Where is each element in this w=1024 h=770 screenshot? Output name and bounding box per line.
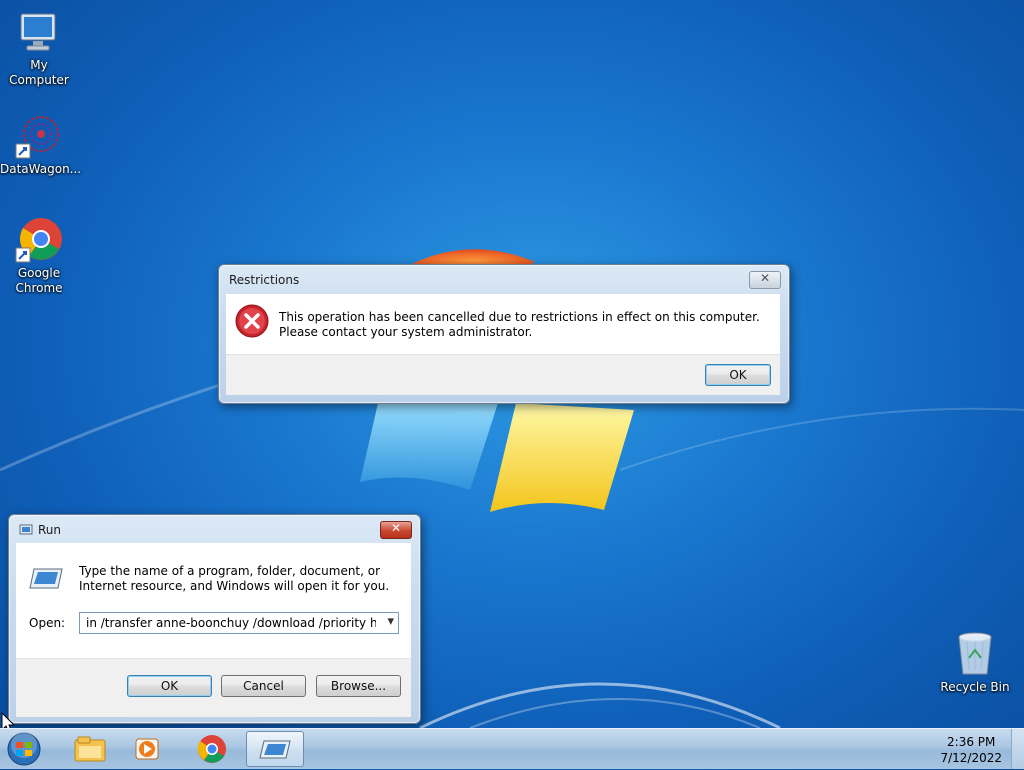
run-open-label: Open:	[29, 616, 66, 630]
taskbar: 2:36 PM 7/12/2022	[0, 728, 1024, 769]
restrictions-footer	[226, 354, 780, 395]
media-player-icon	[135, 738, 159, 760]
desktop-icon-label: Recycle Bin	[940, 680, 1010, 694]
desktop-icon-label: DataWagon...	[0, 162, 82, 176]
run-ok-button[interactable]: OK	[127, 675, 212, 697]
run-dialog-title: Run	[38, 523, 62, 537]
show-desktop-button[interactable]	[1011, 729, 1024, 769]
restrictions-message: This operation has been cancelled due to…	[279, 310, 760, 339]
run-open-input[interactable]: in /transfer anne-boonchuy /download /pr…	[86, 616, 376, 630]
taskbar-media-player[interactable]	[120, 731, 176, 767]
run-description: Type the name of a program, folder, docu…	[79, 564, 390, 593]
restrictions-dialog-title: Restrictions	[229, 273, 300, 287]
run-close-button[interactable]: ✕	[380, 521, 412, 539]
system-clock[interactable]: 2:36 PM 7/12/2022	[940, 734, 1002, 766]
chrome-icon	[15, 216, 63, 264]
chrome-icon	[197, 735, 226, 763]
close-icon: ✕	[759, 271, 771, 285]
error-icon	[235, 304, 269, 338]
clock-date: 7/12/2022	[940, 751, 1002, 765]
taskbar-run[interactable]	[246, 731, 304, 767]
restrictions-dialog: Restrictions ✕ This operation has been c…	[218, 264, 790, 404]
desktop-icon-recycle-bin[interactable]: Recycle Bin	[936, 630, 1014, 695]
restrictions-ok-button[interactable]: OK	[705, 364, 771, 386]
desktop-icon-my-computer[interactable]: My Computer	[0, 8, 78, 88]
run-icon	[259, 740, 291, 759]
run-program-icon	[29, 568, 63, 589]
explorer-icon	[74, 736, 106, 762]
desktop-icon-datawagon[interactable]: DataWagon...	[0, 112, 82, 177]
my-computer-icon	[15, 8, 63, 56]
run-cancel-button[interactable]: Cancel	[221, 675, 306, 697]
desktop-icon-google-chrome[interactable]: Google Chrome	[0, 216, 78, 296]
desktop-icon-label: My Computer	[9, 58, 69, 87]
recycle-bin-icon	[951, 630, 999, 678]
run-browse-button[interactable]: Browse...	[316, 675, 401, 697]
run-title-icon	[19, 524, 33, 535]
datawagon-shortcut-icon	[15, 112, 63, 160]
clock-time: 2:36 PM	[947, 735, 996, 749]
chevron-down-icon[interactable]: ▾	[387, 614, 394, 629]
desktop-icon-label: Google Chrome	[15, 266, 63, 295]
run-dialog: Run ✕ Type the name of a program, folder…	[8, 514, 421, 724]
start-orb-icon	[7, 732, 41, 766]
taskbar-chrome[interactable]	[184, 731, 240, 767]
taskbar-explorer[interactable]	[62, 731, 118, 767]
close-icon: ✕	[390, 521, 402, 535]
run-content	[16, 543, 411, 658]
run-open-combobox[interactable]: in /transfer anne-boonchuy /download /pr…	[79, 612, 399, 634]
start-button[interactable]	[4, 731, 48, 767]
restrictions-close-button[interactable]: ✕	[749, 271, 781, 289]
